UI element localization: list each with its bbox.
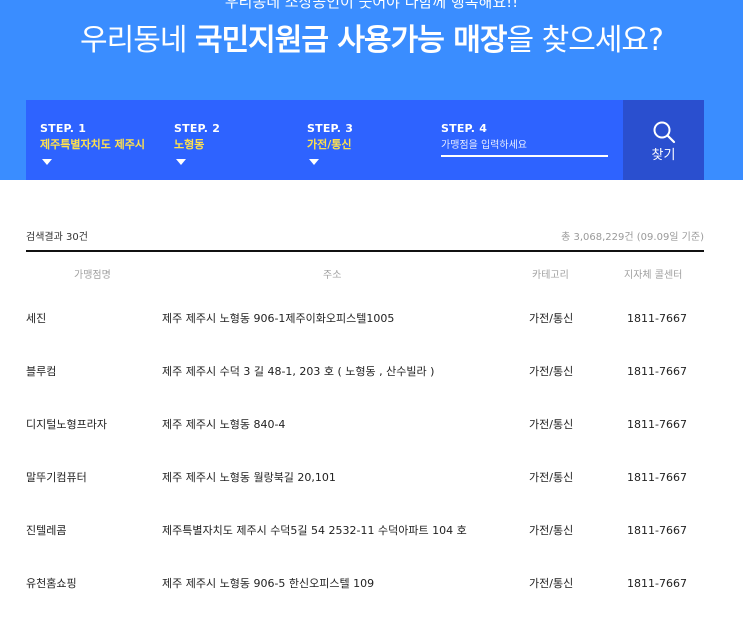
total-count: 총 3,068,229건 (09.09일 기준) [561,232,704,243]
search-icon [653,121,676,144]
results-summary: 검색결과 30건 총 3,068,229건 (09.09일 기준) [26,226,704,244]
store-address: 제주특별자치도 제주시 수덕5길 54 2532-11 수덕아파트 104 호 [162,524,467,537]
result-count: 검색결과 30건 [26,232,88,243]
table-row[interactable]: 유천홈쇼핑 제주 제주시 노형동 906-5 한신오피스텔 109 가전/통신 … [26,577,704,630]
table-top-divider [26,250,704,252]
store-address: 제주 제주시 노형동 906-1제주이화오피스텔1005 [162,312,395,325]
store-name: 진텔레콤 [26,524,67,537]
store-category: 가전/통신 [529,365,574,378]
hero-title-highlight: 국민지원금 사용가능 매장 [194,23,507,58]
step-1-value: 제주특별자치도 제주시 [40,138,146,151]
header-address: 주소 [323,270,342,281]
step-3-label: STEP. 3 [307,122,354,135]
step-4-label: STEP. 4 [441,122,488,135]
step-3-value: 가전/통신 [307,138,352,151]
step-3-category-select[interactable]: STEP. 3 가전/통신 [307,122,354,165]
callcenter-phone: 1811-7667 [627,577,687,590]
step-filter-bar: STEP. 1 제주특별자치도 제주시 STEP. 2 노형동 STEP. 3 … [26,100,623,180]
dropdown-caret-icon [309,159,319,165]
header-category: 카테고리 [532,270,569,281]
store-category: 가전/통신 [529,312,574,325]
hero-subtitle: 우리동네 소상공인이 웃어야 다함께 행복해요!! [224,0,519,11]
table-row[interactable]: 말뚜기컴퓨터 제주 제주시 노형동 월랑북길 20,101 가전/통신 1811… [26,471,704,524]
store-address: 제주 제주시 노형동 906-5 한신오피스텔 109 [162,577,375,590]
store-address: 제주 제주시 노형동 840-4 [162,418,286,431]
dropdown-caret-icon [42,159,52,165]
store-address: 제주 제주시 노형동 월랑북길 20,101 [162,471,336,484]
header-store-name: 가맹점명 [74,270,111,281]
hero-title-pre: 우리동네 [80,23,195,58]
table-row[interactable]: 디지털노형프라자 제주 제주시 노형동 840-4 가전/통신 1811-766… [26,418,704,471]
step-2-district-select[interactable]: STEP. 2 노형동 [174,122,221,165]
hero-title-post: 을 찾으세요? [506,23,663,58]
store-category: 가전/통신 [529,577,574,590]
store-category: 가전/통신 [529,471,574,484]
store-name-input[interactable] [441,137,608,157]
table-row[interactable]: 진텔레콤 제주특별자치도 제주시 수덕5길 54 2532-11 수덕아파트 1… [26,524,704,577]
store-name: 세진 [26,312,47,325]
hero-title: 우리동네 국민지원금 사용가능 매장을 찾으세요? [0,20,743,62]
store-name: 디지털노형프라자 [26,418,107,431]
search-button[interactable]: 찾기 [623,100,704,180]
callcenter-phone: 1811-7667 [627,524,687,537]
table-row[interactable]: 세진 제주 제주시 노형동 906-1제주이화오피스텔1005 가전/통신 18… [26,312,704,365]
step-1-region-select[interactable]: STEP. 1 제주특별자치도 제주시 [40,122,146,165]
callcenter-phone: 1811-7667 [627,365,687,378]
store-name: 말뚜기컴퓨터 [26,471,87,484]
header-callcenter: 지자체 콜센터 [624,270,683,281]
step-2-label: STEP. 2 [174,122,221,135]
callcenter-phone: 1811-7667 [627,418,687,431]
callcenter-phone: 1811-7667 [627,312,687,325]
store-address: 제주 제주시 수덕 3 길 48-1, 203 호 ( 노형동 , 산수빌라 ) [162,365,435,378]
store-category: 가전/통신 [529,418,574,431]
store-name: 유천홈쇼핑 [26,577,77,590]
step-2-value: 노형동 [174,138,205,151]
step-4-store-search: STEP. 4 [441,122,608,157]
store-name: 블루컴 [26,365,57,378]
search-button-label: 찾기 [651,148,676,163]
callcenter-phone: 1811-7667 [627,471,687,484]
store-category: 가전/통신 [529,524,574,537]
step-1-label: STEP. 1 [40,122,87,135]
table-row[interactable]: 블루컴 제주 제주시 수덕 3 길 48-1, 203 호 ( 노형동 , 산수… [26,365,704,418]
dropdown-caret-icon [176,159,186,165]
table-header: 가맹점명 주소 카테고리 지자체 콜센터 [26,262,704,282]
